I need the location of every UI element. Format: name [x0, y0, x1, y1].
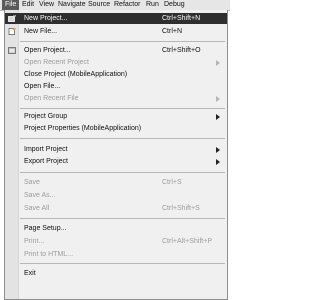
- open-recent-project-label: Open Recent Project: [24, 59, 89, 66]
- project-group-label: Project Group: [24, 113, 68, 120]
- new-project-shortcut: Ctrl+Shift+N: [162, 15, 201, 22]
- new-project-label: New Project...: [24, 15, 68, 22]
- open-project-icon: [8, 47, 16, 54]
- menu-source[interactable]: Source: [88, 0, 110, 10]
- new-file-shortcut: Ctrl+N: [162, 28, 183, 35]
- page-setup-item[interactable]: Page Setup...: [5, 223, 227, 234]
- export-project-label: Export Project: [24, 158, 68, 165]
- print-to-html-item[interactable]: Print to HTML...: [5, 249, 227, 260]
- open-project-item[interactable]: Open Project... Ctrl+Shift+O: [5, 45, 227, 56]
- open-project-label: Open Project...: [24, 47, 71, 54]
- new-file-label: New File...: [24, 28, 58, 35]
- separator: [20, 263, 225, 264]
- page-setup-label: Page Setup...: [24, 225, 67, 232]
- menu-view[interactable]: View: [39, 0, 54, 10]
- save-shortcut: Ctrl+S: [162, 179, 182, 186]
- open-file-item[interactable]: Open File...: [5, 81, 227, 92]
- close-project-label: Close Project (MobileApplication): [24, 71, 128, 78]
- print-item[interactable]: Print... Ctrl+Alt+Shift+P: [5, 236, 227, 247]
- submenu-arrow-icon: [216, 96, 220, 102]
- new-project-item[interactable]: New Project... Ctrl+Shift+N: [5, 13, 227, 24]
- save-all-item[interactable]: Save All Ctrl+Shift+S: [5, 203, 227, 214]
- save-as-item[interactable]: Save As...: [5, 190, 227, 201]
- print-to-html-label: Print to HTML...: [24, 251, 74, 258]
- separator: [20, 172, 225, 173]
- menu-file[interactable]: File: [2, 0, 20, 10]
- project-group-item[interactable]: Project Group: [5, 111, 227, 122]
- open-project-shortcut: Ctrl+Shift+O: [162, 47, 201, 54]
- import-project-label: Import Project: [24, 146, 68, 153]
- menu-edit[interactable]: Edit: [22, 0, 34, 10]
- save-all-shortcut: Ctrl+Shift+S: [162, 205, 200, 212]
- open-recent-project-item[interactable]: Open Recent Project: [5, 57, 227, 68]
- separator: [20, 138, 225, 139]
- submenu-arrow-icon: [216, 60, 220, 66]
- new-file-item[interactable]: New File... Ctrl+N: [5, 26, 227, 37]
- save-label: Save: [24, 179, 40, 186]
- menu-navigate[interactable]: Navigate: [58, 0, 86, 10]
- open-recent-file-item[interactable]: Open Recent File: [5, 93, 227, 104]
- menu-refactor[interactable]: Refactor: [114, 0, 140, 10]
- import-project-item[interactable]: Import Project: [5, 144, 227, 155]
- file-menu-dropdown: New Project... Ctrl+Shift+N New File... …: [4, 10, 228, 300]
- exit-item[interactable]: Exit: [5, 268, 227, 279]
- new-project-icon: [8, 14, 17, 22]
- project-properties-label: Project Properties (MobileApplication): [24, 125, 142, 132]
- save-item[interactable]: Save Ctrl+S: [5, 177, 227, 188]
- save-all-label: Save All: [24, 205, 50, 212]
- export-project-item[interactable]: Export Project: [5, 156, 227, 167]
- submenu-arrow-icon: [216, 147, 220, 153]
- print-shortcut: Ctrl+Alt+Shift+P: [162, 238, 212, 245]
- exit-label: Exit: [24, 270, 36, 277]
- close-project-item[interactable]: Close Project (MobileApplication): [5, 69, 227, 80]
- separator: [20, 218, 225, 219]
- separator: [20, 41, 225, 42]
- new-file-icon: [8, 27, 17, 35]
- open-recent-file-label: Open Recent File: [24, 95, 79, 102]
- menu-run[interactable]: Run: [146, 0, 159, 10]
- submenu-arrow-icon: [216, 114, 220, 120]
- separator: [20, 108, 225, 109]
- print-label: Print...: [24, 238, 45, 245]
- submenu-arrow-icon: [216, 159, 220, 165]
- save-as-label: Save As...: [24, 192, 56, 199]
- open-file-label: Open File...: [24, 83, 61, 90]
- project-properties-item[interactable]: Project Properties (MobileApplication): [5, 123, 227, 134]
- menu-debug[interactable]: Debug: [164, 0, 185, 10]
